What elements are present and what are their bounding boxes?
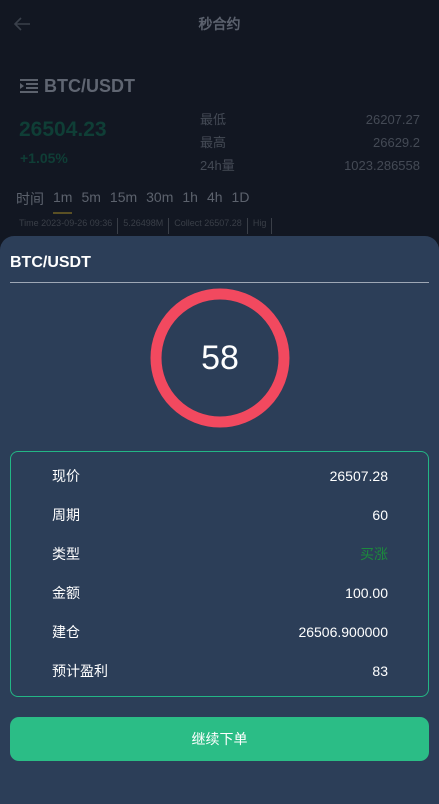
detail-label: 类型 <box>52 545 80 562</box>
pair-name: BTC/USDT <box>44 75 135 96</box>
order-details: 现价 26507.28 周期 60 类型 买涨 金额 100.00 建仓 265… <box>10 451 429 697</box>
chart-ticker: Time 2023-09-26 09:36 5.26498M Collect 2… <box>14 218 374 234</box>
tab-15m[interactable]: 15m <box>110 189 137 212</box>
detail-label: 金额 <box>52 584 80 601</box>
arrow-left-icon[interactable] <box>12 14 32 34</box>
countdown-value: 58 <box>201 338 239 377</box>
detail-row-expected-profit: 预计盈利 83 <box>11 651 428 690</box>
detail-label: 现价 <box>52 467 80 484</box>
stat-label: 最高 <box>200 135 227 150</box>
tab-1d[interactable]: 1D <box>232 189 250 212</box>
detail-value: 83 <box>372 662 388 679</box>
ticker-high: Hig <box>248 218 273 234</box>
stat-label: 最低 <box>200 112 227 127</box>
market-stats: 最低 26207.27 最高 26629.2 24h量 1023.286558 <box>200 110 420 179</box>
stat-row-volume: 24h量 1023.286558 <box>200 156 420 179</box>
tab-1h[interactable]: 1h <box>182 189 198 212</box>
stat-row-high: 最高 26629.2 <box>200 133 420 156</box>
detail-row-current-price: 现价 26507.28 <box>11 456 428 495</box>
stat-label: 24h量 <box>200 158 235 173</box>
tab-4h[interactable]: 4h <box>207 189 223 212</box>
stat-value: 26629.2 <box>373 135 420 150</box>
ticker-collect: Collect 26507.28 <box>169 218 248 234</box>
stat-value: 26207.27 <box>365 112 420 127</box>
continue-order-button[interactable]: 继续下单 <box>10 717 429 761</box>
pair-selector[interactable]: BTC/USDT <box>20 74 135 98</box>
ticker-time: Time 2023-09-26 09:36 <box>14 218 119 234</box>
detail-value: 26507.28 <box>329 467 388 484</box>
tab-30m[interactable]: 30m <box>146 189 173 212</box>
modal-title: BTC/USDT <box>10 254 91 271</box>
detail-row-type: 类型 买涨 <box>11 534 428 573</box>
detail-value: 100.00 <box>345 584 388 601</box>
tab-1m[interactable]: 1m <box>53 189 73 214</box>
menu-list-icon <box>20 79 38 93</box>
detail-row-amount: 金额 100.00 <box>11 573 428 612</box>
detail-label: 预计盈利 <box>52 662 108 679</box>
ticker-volume: 5.26498M <box>118 218 170 234</box>
price-change: +1.05% <box>20 150 68 166</box>
detail-value: 60 <box>372 506 388 523</box>
detail-label: 周期 <box>52 506 80 523</box>
order-modal: BTC/USDT 58 现价 26507.28 周期 60 类型 买涨 金额 1… <box>0 236 439 804</box>
detail-label: 建仓 <box>52 623 80 640</box>
detail-value: 26506.900000 <box>298 623 388 640</box>
current-price: 26504.23 <box>19 118 107 141</box>
timeframe-tabs: 时间 1m 5m 15m 30m 1h 4h 1D <box>16 189 250 214</box>
top-bar: 秒合约 <box>0 0 439 48</box>
stat-row-low: 最低 26207.27 <box>200 110 420 133</box>
modal-divider <box>10 282 429 283</box>
detail-row-open-price: 建仓 26506.900000 <box>11 612 428 651</box>
detail-value: 买涨 <box>360 545 388 562</box>
tab-5m[interactable]: 5m <box>81 189 100 212</box>
timeframe-label: 时间 <box>16 191 44 207</box>
stat-value: 1023.286558 <box>344 158 420 173</box>
page-title: 秒合约 <box>198 16 241 32</box>
detail-row-period: 周期 60 <box>11 495 428 534</box>
